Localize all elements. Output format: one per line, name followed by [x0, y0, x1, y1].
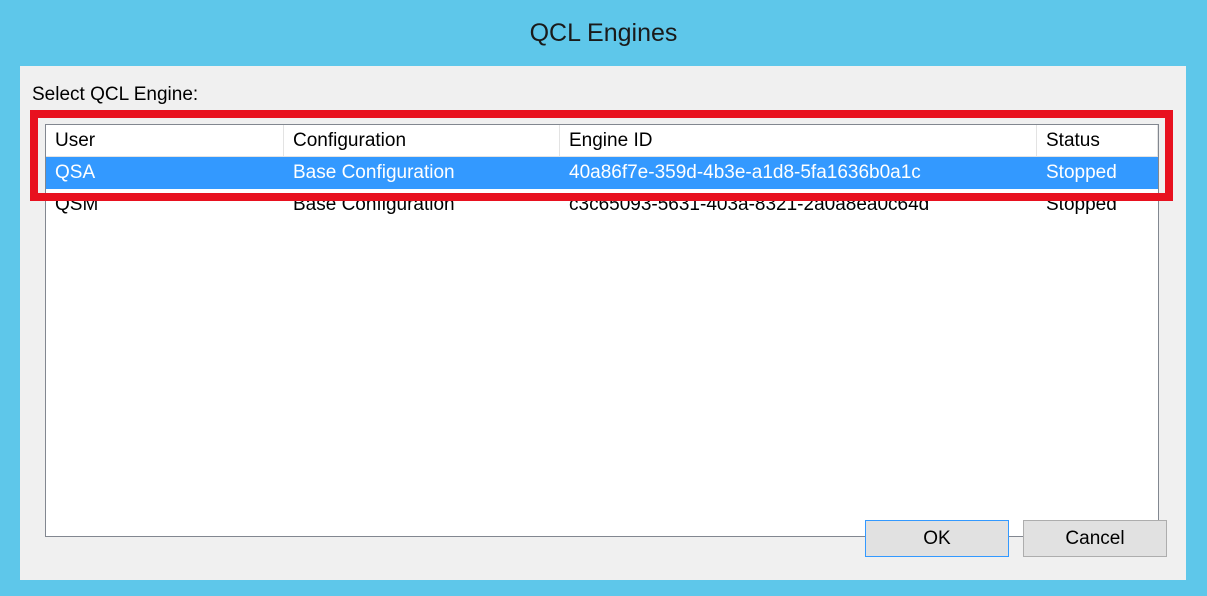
cell-configuration: Base Configuration — [293, 162, 455, 183]
list-header: User Configuration Engine ID Status — [46, 125, 1158, 157]
column-header-engine-id[interactable]: Engine ID — [560, 125, 1037, 157]
dialog-window: QCL Engines Select QCL Engine: User Conf… — [0, 0, 1207, 596]
cell-configuration: Base Configuration — [293, 194, 455, 215]
cell-status: Stopped — [1046, 162, 1117, 183]
engine-list[interactable]: User Configuration Engine ID Status QSA … — [45, 124, 1159, 537]
table-row[interactable]: QSA Base Configuration 40a86f7e-359d-4b3… — [46, 157, 1158, 189]
column-header-configuration[interactable]: Configuration — [284, 125, 560, 157]
cancel-button[interactable]: Cancel — [1023, 520, 1167, 557]
cell-engine-id: 40a86f7e-359d-4b3e-a1d8-5fa1636b0a1c — [569, 162, 921, 183]
cell-engine-id: c3c65093-5631-403a-8321-2a0a8ea0c64d — [569, 194, 930, 215]
select-engine-label: Select QCL Engine: — [32, 84, 199, 105]
dialog-client-area: Select QCL Engine: User Configuration En… — [20, 66, 1186, 580]
title-bar[interactable]: QCL Engines — [0, 0, 1207, 66]
cell-user: QSM — [55, 194, 99, 215]
cell-status: Stopped — [1046, 194, 1117, 215]
column-header-user[interactable]: User — [46, 125, 284, 157]
column-header-status[interactable]: Status — [1037, 125, 1158, 157]
table-row[interactable]: QSM Base Configuration c3c65093-5631-403… — [46, 189, 1158, 221]
cell-user: QSA — [55, 162, 96, 183]
window-title: QCL Engines — [529, 18, 678, 47]
ok-button[interactable]: OK — [865, 520, 1009, 557]
